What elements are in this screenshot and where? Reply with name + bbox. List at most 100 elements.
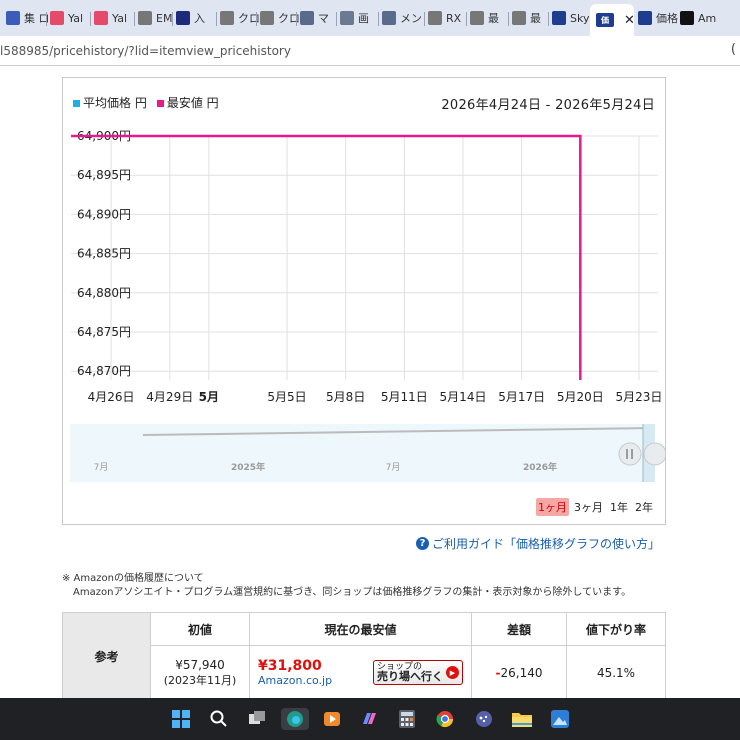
y-tick-label: 64,895円 bbox=[77, 168, 131, 182]
shop-link[interactable]: Amazon.co.jp bbox=[258, 674, 332, 687]
reader-mode-icon[interactable]: ( bbox=[731, 42, 736, 57]
price-summary-table: 参考 初値 現在の最安値 差額 値下がり率 ¥57,940 (2023年11月)… bbox=[62, 612, 666, 700]
browser-tab[interactable]: 価格 bbox=[638, 4, 678, 32]
guide-link-text[interactable]: ご利用ガイド「価格推移グラフの使い方」 bbox=[432, 535, 660, 552]
diff-value: 26,140 bbox=[500, 665, 543, 680]
table-row: ¥57,940 (2023年11月) ¥31,800 Amazon.co.jp … bbox=[63, 645, 666, 700]
x-tick-label: 5月8日 bbox=[326, 390, 365, 404]
browser-tab[interactable]: Sky bbox=[552, 4, 589, 32]
weather-icon[interactable] bbox=[473, 708, 495, 730]
rate-value: 45.1% bbox=[596, 665, 636, 680]
copilot-icon[interactable] bbox=[358, 708, 380, 730]
active-tab[interactable]: 価 ✕ bbox=[590, 4, 634, 36]
url-text[interactable]: l588985/pricehistory/?lid=itemview_price… bbox=[0, 44, 291, 58]
tab-separator bbox=[90, 12, 91, 26]
calculator-icon[interactable] bbox=[396, 708, 418, 730]
navigator-label: 7月 bbox=[94, 462, 109, 473]
range-selector: 1ヶ月 3ヶ月 1年 2年 bbox=[536, 498, 655, 516]
tab-favicon-icon bbox=[552, 11, 566, 25]
tab-label: RX bbox=[446, 11, 462, 25]
task-view-icon[interactable] bbox=[246, 708, 268, 730]
search-icon[interactable] bbox=[208, 708, 230, 730]
tab-label: Yal bbox=[68, 11, 84, 25]
x-tick-label: 5月23日 bbox=[615, 390, 662, 404]
guide-link[interactable]: ? ご利用ガイド「価格推移グラフの使い方」 bbox=[416, 535, 660, 552]
navigator-label: 7月 bbox=[386, 462, 401, 473]
browser-tab[interactable]: マ bbox=[300, 4, 329, 32]
initial-price: ¥57,940 bbox=[175, 657, 225, 672]
close-tab-icon[interactable]: ✕ bbox=[624, 13, 634, 28]
browser-tab[interactable]: EM bbox=[138, 4, 172, 32]
browser-tab[interactable]: 最 bbox=[470, 4, 499, 32]
tab-label: 最 bbox=[488, 12, 499, 25]
tab-label: Am bbox=[698, 11, 717, 25]
range-button[interactable]: 2年 bbox=[633, 498, 655, 516]
table-header-row: 参考 初値 現在の最安値 差額 値下がり率 bbox=[62, 612, 666, 700]
tab-separator bbox=[296, 12, 297, 26]
tab-label: 最 bbox=[530, 12, 541, 25]
browser-tab[interactable]: 入 bbox=[176, 4, 205, 32]
x-tick-label: 4月26日 bbox=[88, 390, 135, 404]
price-chart: 64,900円64,895円64,890円64,885円64,880円64,87… bbox=[70, 129, 665, 482]
tab-favicon-icon bbox=[138, 11, 152, 25]
tab-separator bbox=[216, 12, 217, 26]
tab-favicon-icon bbox=[50, 11, 64, 25]
windows-start-icon[interactable] bbox=[170, 708, 192, 730]
initial-date: (2023年11月) bbox=[163, 673, 237, 687]
tab-separator bbox=[172, 12, 173, 26]
tab-favicon-icon bbox=[382, 11, 396, 25]
file-explorer-icon[interactable] bbox=[511, 708, 533, 730]
tab-separator bbox=[424, 12, 425, 26]
tab-label: 価格 bbox=[656, 12, 678, 25]
tab-separator bbox=[508, 12, 509, 26]
tab-favicon-icon: 価 bbox=[596, 13, 614, 27]
navigator-handle bbox=[618, 442, 642, 466]
browser-tab[interactable]: Am bbox=[680, 4, 716, 32]
tab-separator bbox=[134, 12, 135, 26]
photos-icon[interactable] bbox=[549, 708, 571, 730]
browser-tab[interactable]: RX bbox=[428, 4, 461, 32]
range-button[interactable]: 1ヶ月 bbox=[536, 498, 569, 516]
amazon-note-title: ※ Amazonの価格履歴について bbox=[62, 573, 204, 584]
tab-favicon-icon bbox=[638, 11, 652, 25]
diff-cell: -26,140 bbox=[471, 645, 567, 700]
browser-tab[interactable]: Yal bbox=[50, 4, 83, 32]
edge-icon[interactable] bbox=[281, 708, 309, 730]
tab-label: メン bbox=[400, 12, 422, 25]
browser-tab[interactable]: クロ bbox=[220, 4, 260, 32]
range-button[interactable]: 3ヶ月 bbox=[572, 498, 605, 516]
amazon-note: ※ Amazonの価格履歴について Amazonアソシエイト・プログラム運営規約… bbox=[62, 572, 631, 600]
tab-strip: 集 ログ Yal Yal EM 入クロ クロマ画メン RX 最最 Sky 価 ✕ 価格 Am bbox=[0, 0, 740, 36]
tab-label: Yal bbox=[112, 11, 128, 25]
navigator-handle bbox=[643, 442, 665, 466]
tab-favicon-icon bbox=[512, 11, 526, 25]
media-player-icon[interactable] bbox=[321, 708, 343, 730]
tab-favicon-icon bbox=[300, 11, 314, 25]
tab-label: Sky bbox=[570, 11, 590, 25]
tab-favicon-icon bbox=[428, 11, 442, 25]
chrome-icon[interactable] bbox=[434, 708, 456, 730]
tab-favicon-icon bbox=[340, 11, 354, 25]
play-icon: ▶ bbox=[446, 666, 459, 679]
screen: 集 ログ Yal Yal EM 入クロ クロマ画メン RX 最最 Sky 価 ✕ 価格 Am l5889… bbox=[0, 0, 740, 740]
x-tick-label: 5月5日 bbox=[267, 390, 306, 404]
x-tick-label: 5月11日 bbox=[381, 390, 428, 404]
browser-tab[interactable]: メン bbox=[382, 4, 422, 32]
browser-tab[interactable]: Yal bbox=[94, 4, 127, 32]
y-tick-label: 64,890円 bbox=[77, 207, 131, 221]
browser-tab[interactable]: 最 bbox=[512, 4, 541, 32]
tab-favicon-icon bbox=[220, 11, 234, 25]
tab-label: 画 bbox=[358, 12, 369, 25]
browser-tab[interactable]: 画 bbox=[340, 4, 369, 32]
y-tick-label: 64,870円 bbox=[77, 364, 131, 378]
x-tick-label: 4月29日 bbox=[146, 390, 193, 404]
navigator-label: 2025年 bbox=[231, 461, 265, 473]
range-button[interactable]: 1年 bbox=[608, 498, 630, 516]
browser-tab[interactable]: クロ bbox=[260, 4, 300, 32]
navigator-label: 2026年 bbox=[523, 461, 557, 473]
go-to-shop-button[interactable]: ショップの 売り場へ行く ▶ bbox=[373, 660, 463, 685]
address-bar[interactable]: l588985/pricehistory/?lid=itemview_price… bbox=[0, 36, 740, 66]
header-initial: 初値 bbox=[150, 612, 250, 646]
tab-separator bbox=[548, 12, 549, 26]
tab-favicon-icon bbox=[6, 11, 20, 25]
